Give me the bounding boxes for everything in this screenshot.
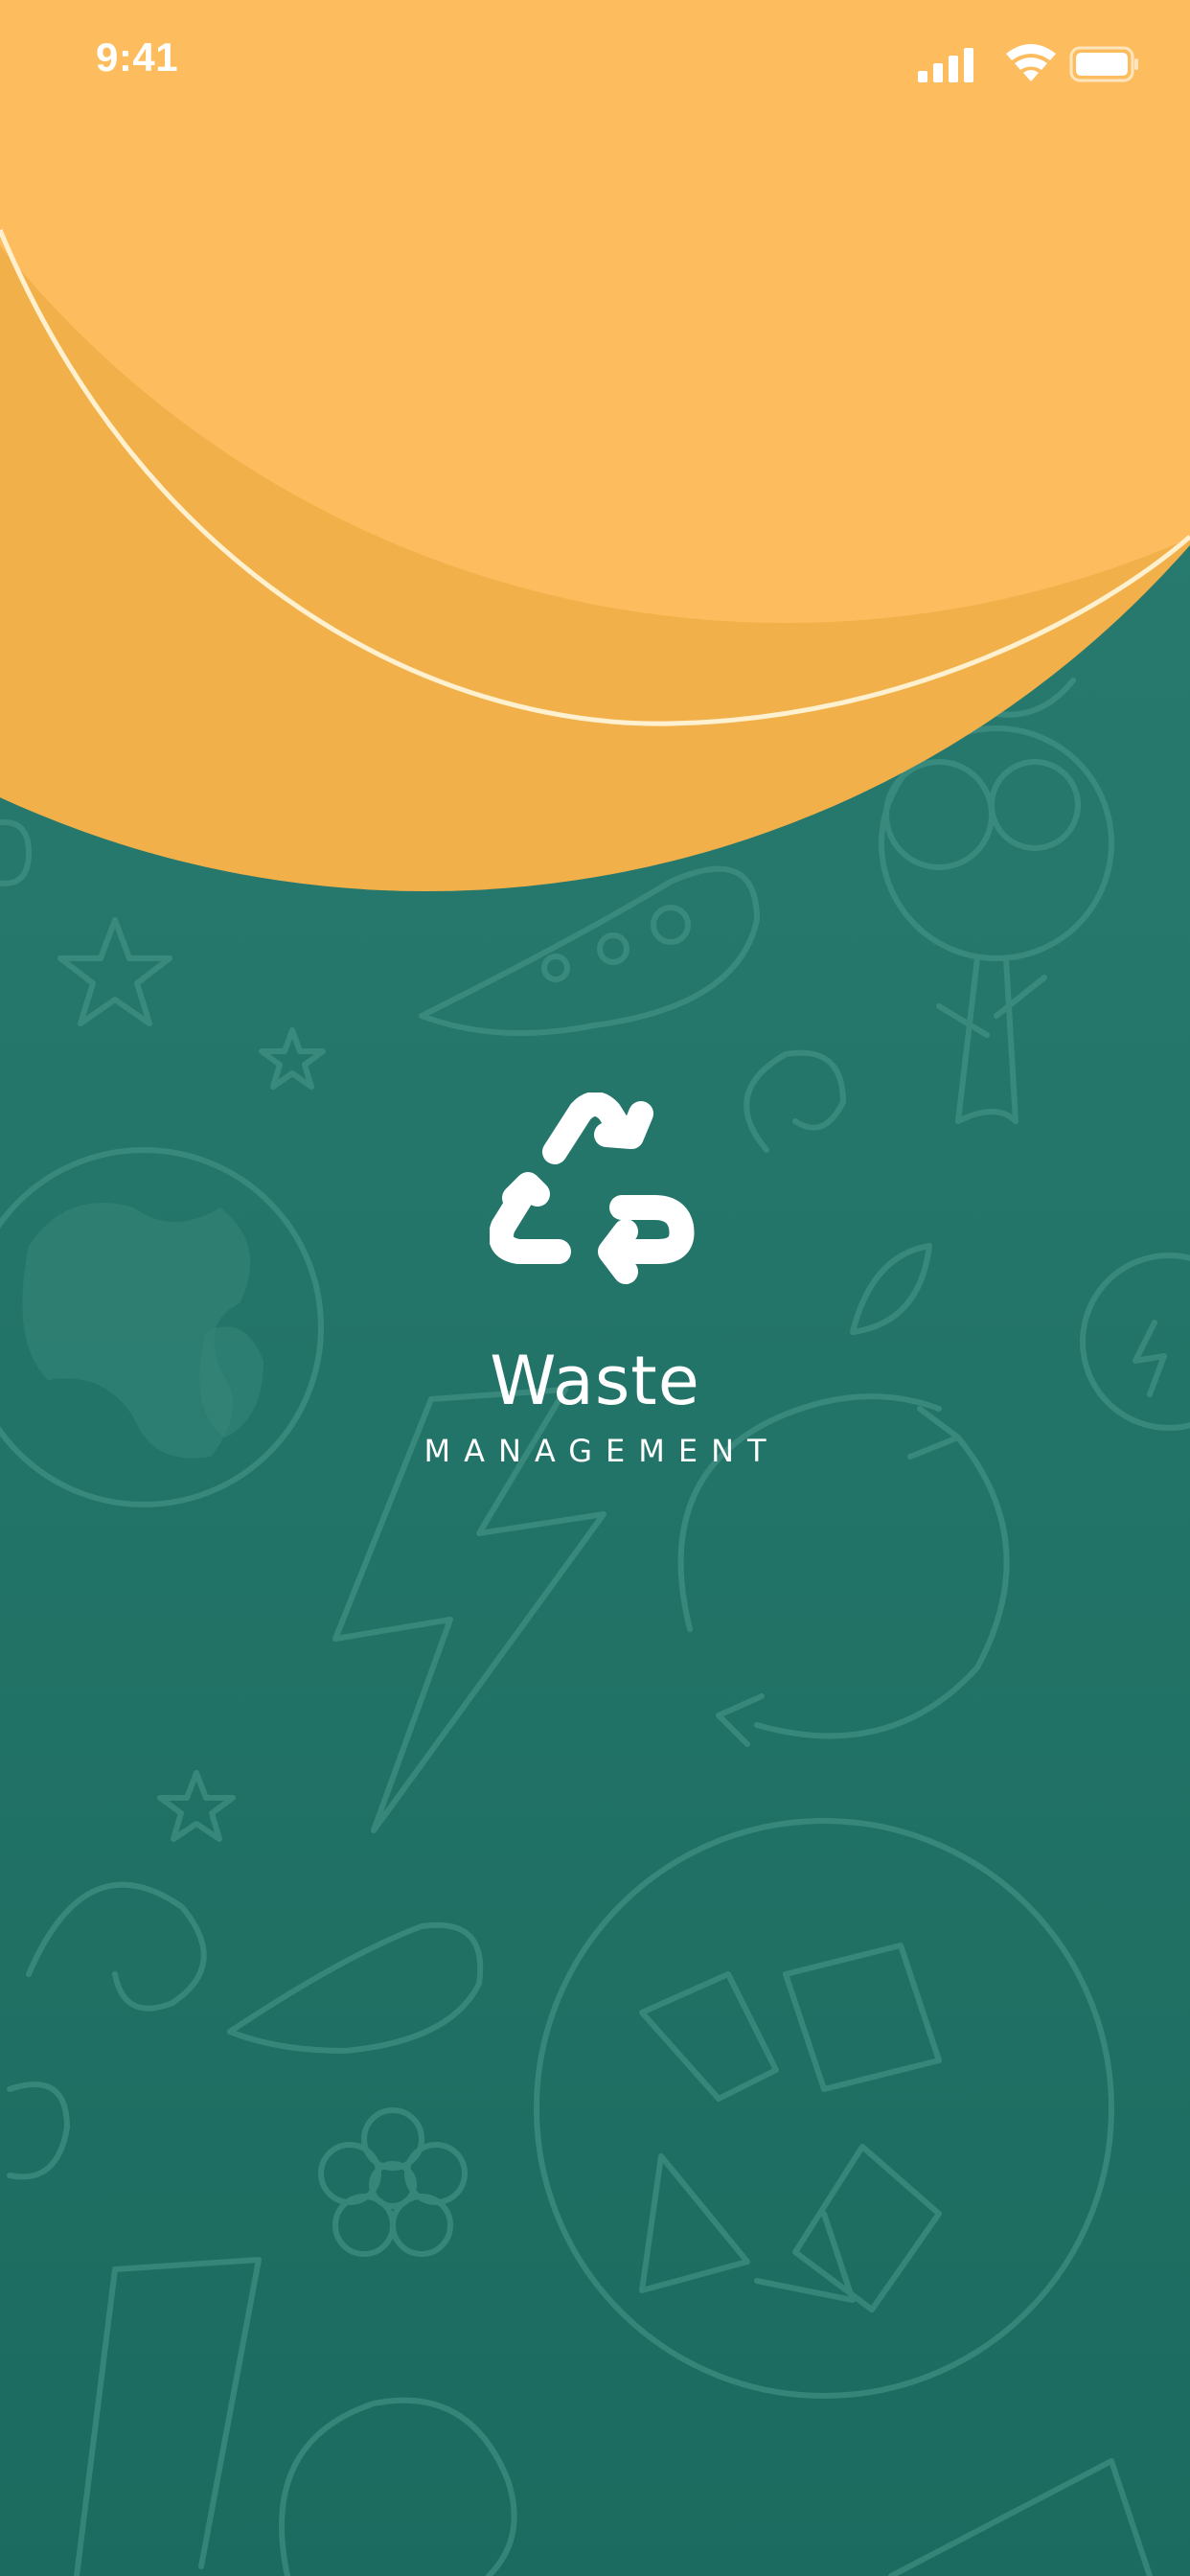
swirl-doodle	[7, 2082, 70, 2180]
pencil-doodle	[74, 2257, 262, 2576]
recycle-icon	[490, 1092, 695, 1284]
wifi-icon	[1006, 44, 1056, 81]
status-icons	[918, 44, 1138, 82]
recycle-arrows-doodle	[279, 2397, 517, 2576]
splash-screen: 9:41 Waste MANAGEMENT	[0, 0, 1190, 2576]
app-title: Waste	[490, 1342, 700, 1420]
app-subtitle: MANAGEMENT	[423, 1433, 780, 1469]
cellular-signal-icon	[918, 48, 973, 82]
status-bar: 9:41	[0, 0, 1190, 126]
orange-blob-header	[0, 0, 1190, 891]
swirl-doodle	[26, 1881, 207, 2012]
arrow-doodle	[888, 2458, 1153, 2576]
paisley-doodle	[227, 1921, 484, 2054]
brand-block: Waste MANAGEMENT	[0, 1092, 1190, 1495]
recycle-circle-doodle	[534, 1818, 1114, 2399]
flower-doodle	[318, 2107, 468, 2257]
star-doodle	[157, 1770, 236, 1842]
status-time: 9:41	[96, 34, 179, 80]
star-doodle	[259, 1027, 326, 1090]
battery-icon	[1069, 46, 1138, 82]
